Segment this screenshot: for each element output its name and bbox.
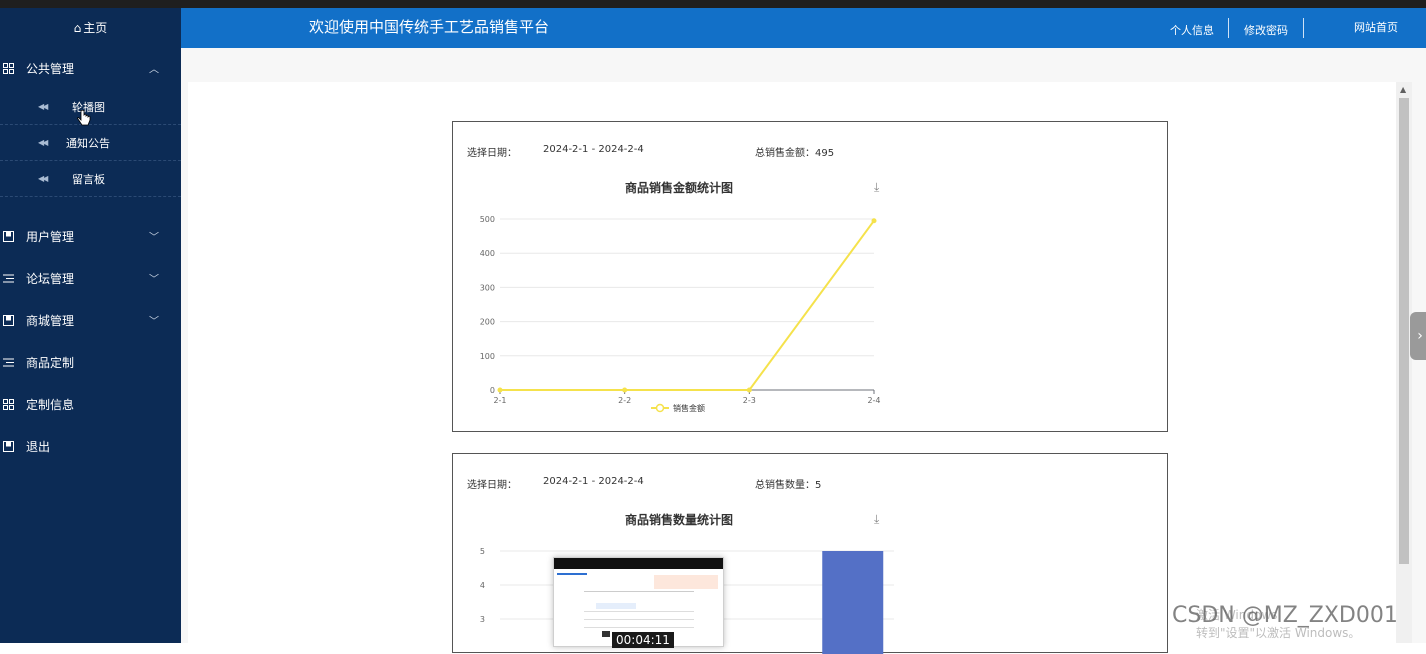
chevron-down-icon: ﹀ (149, 316, 159, 328)
double-arrow-icon: ◀◀ (38, 138, 48, 147)
y-tick-label: 0 (490, 386, 495, 395)
grid-icon (3, 62, 14, 74)
y-tick-label: 100 (480, 352, 495, 361)
sidebar-home-label: 主页 (83, 21, 108, 35)
y-tick-label: 5 (480, 547, 485, 556)
scroll-up-arrow-icon[interactable]: ▲ (1400, 85, 1406, 94)
data-point (622, 387, 628, 393)
video-preview-thumbnail: 00:04:11 (553, 557, 724, 648)
data-point (497, 387, 503, 393)
grid-icon (3, 398, 14, 410)
profile-link[interactable]: 个人信息 (1170, 22, 1214, 38)
legend-label: 销售金额 (673, 403, 705, 413)
expand-side-panel-button[interactable]: › (1410, 312, 1426, 360)
sidebar-group-label: 商品定制 (26, 355, 75, 370)
sidebar-item-custom-info[interactable]: 定制信息 (0, 383, 181, 425)
chevron-down-icon: ﹀ (149, 232, 159, 244)
book-icon (3, 314, 14, 326)
sidebar-item-custom-goods[interactable]: 商品定制 (0, 341, 181, 383)
legend-marker (655, 403, 665, 413)
site-home-link[interactable]: 网站首页 (1354, 19, 1398, 35)
sidebar-item-carousel[interactable]: ◀◀ 轮播图 (0, 89, 181, 126)
chevron-right-icon: › (1417, 328, 1423, 344)
x-tick-label: 2-3 (743, 396, 756, 405)
book-icon (3, 440, 14, 452)
sidebar-item-label: 通知公告 (66, 136, 110, 150)
y-tick-label: 200 (480, 318, 495, 327)
x-tick-label: 2-1 (493, 396, 506, 405)
sales-amount-chart: 0 100 200 300 400 500 2-1 2-2 2-3 2-4 销售金额 (480, 215, 881, 413)
x-tick-label: 2-2 (618, 396, 631, 405)
video-timestamp: 00:04:11 (612, 632, 674, 648)
scrollbar-thumb[interactable] (1399, 98, 1409, 564)
bar (822, 551, 884, 654)
sidebar-group-mall[interactable]: 商城管理 ﹀ (0, 299, 181, 341)
chevron-down-icon: ﹀ (149, 274, 159, 286)
header-divider (1228, 18, 1229, 38)
sidebar-item-messageboard[interactable]: ◀◀ 留言板 (0, 161, 181, 197)
list-icon (3, 274, 14, 282)
home-icon: ⌂ (73, 20, 82, 35)
list-icon (3, 358, 14, 366)
sidebar-group-label: 定制信息 (26, 397, 75, 412)
header-divider (1303, 18, 1304, 38)
top-header: 欢迎使用中国传统手工艺品销售平台 个人信息 修改密码 网站首页 (181, 8, 1426, 48)
double-arrow-icon: ◀◀ (38, 102, 48, 111)
sidebar-group-label: 用户管理 (26, 229, 75, 244)
sidebar-group-label: 论坛管理 (26, 271, 75, 286)
sidebar-group-label: 公共管理 (26, 61, 75, 76)
chevron-up-icon: ︿ (149, 64, 159, 76)
sidebar-home[interactable]: ⌂ 主页 (0, 8, 181, 47)
window-top-strip (0, 0, 1426, 8)
double-arrow-icon: ◀◀ (38, 174, 48, 183)
x-tick-label: 2-4 (867, 396, 880, 405)
sidebar: ⌂ 主页 公共管理 ︿ ◀◀ 轮播图 ◀◀ 通知公告 ◀◀ 留言板 用户管理 ﹀… (0, 8, 181, 643)
thumbnail-titlebar (554, 558, 723, 569)
data-point (746, 387, 752, 393)
csdn-watermark: CSDN @MZ_ZXD001 (1172, 603, 1398, 628)
sales-amount-card: 选择日期： 2024-2-1 - 2024-2-4 总销售金额：495 商品销售… (452, 121, 1168, 432)
sidebar-group-users[interactable]: 用户管理 ﹀ (0, 215, 181, 257)
sidebar-group-forum[interactable]: 论坛管理 ﹀ (0, 257, 181, 299)
sidebar-item-logout[interactable]: 退出 (0, 425, 181, 467)
y-tick-label: 4 (480, 581, 485, 590)
change-password-link[interactable]: 修改密码 (1244, 22, 1288, 38)
data-point (871, 218, 877, 224)
sidebar-item-label: 留言板 (72, 172, 105, 186)
vertical-scrollbar[interactable]: ▲ (1396, 82, 1412, 643)
y-tick-label: 500 (480, 215, 495, 224)
y-tick-label: 300 (480, 283, 495, 292)
sidebar-group-label: 商城管理 (26, 313, 75, 328)
sidebar-group-public[interactable]: 公共管理 ︿ (0, 47, 181, 89)
page-title: 欢迎使用中国传统手工艺品销售平台 (309, 18, 550, 36)
y-tick-label: 400 (480, 249, 495, 258)
book-icon (3, 230, 14, 242)
sidebar-group-label: 退出 (26, 439, 51, 454)
y-tick-label: 3 (480, 615, 485, 624)
series-line (500, 220, 875, 391)
sidebar-item-notice[interactable]: ◀◀ 通知公告 (0, 125, 181, 161)
